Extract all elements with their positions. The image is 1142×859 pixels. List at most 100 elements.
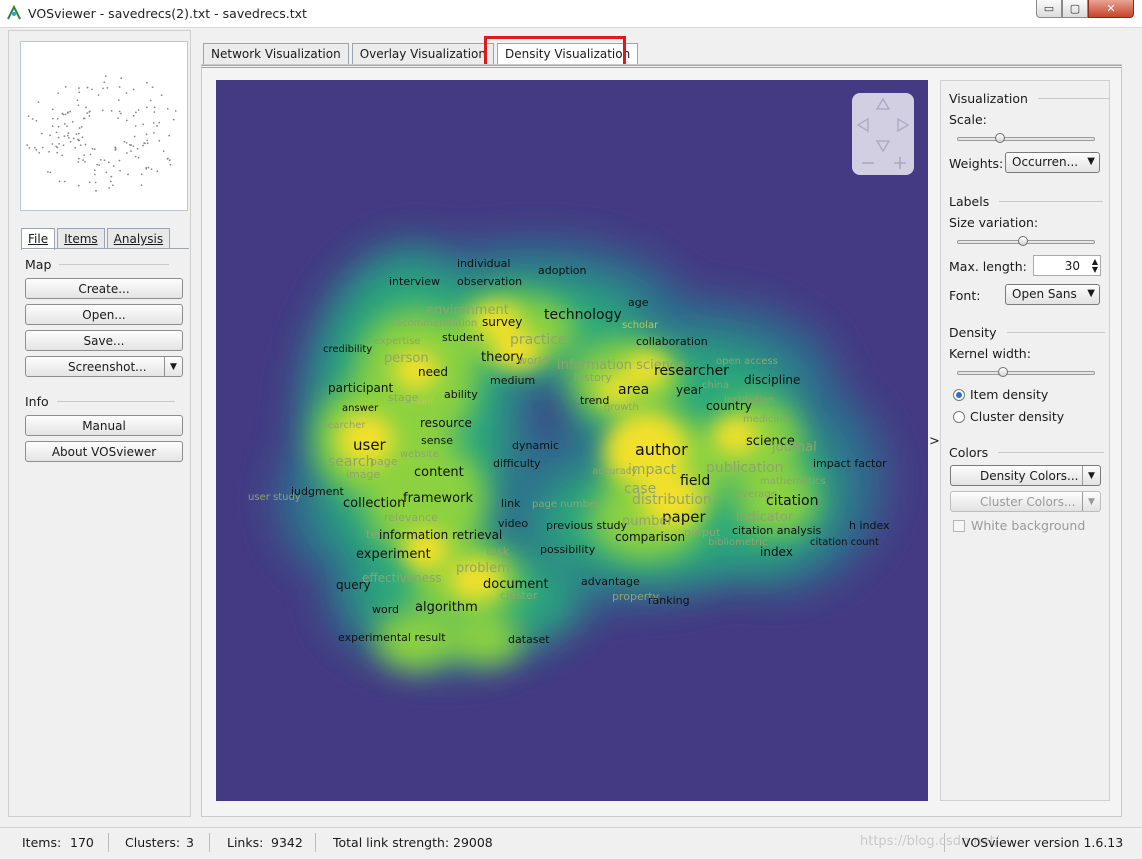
term-label[interactable]: observation: [457, 276, 522, 287]
white-background-checkbox[interactable]: White background: [953, 518, 1085, 533]
term-label[interactable]: website: [400, 450, 439, 460]
term-label[interactable]: answer: [342, 404, 378, 414]
term-label[interactable]: distribution: [632, 493, 712, 507]
term-label[interactable]: adoption: [538, 265, 587, 276]
term-label[interactable]: dynamic: [512, 440, 559, 451]
term-label[interactable]: content: [414, 466, 464, 479]
manual-button[interactable]: Manual: [25, 415, 183, 436]
density-colors-button[interactable]: Density Colors... ▼: [950, 465, 1101, 486]
term-label[interactable]: technology: [544, 308, 622, 322]
weights-select[interactable]: Occurren... ▼: [1005, 152, 1100, 173]
term-label[interactable]: index: [760, 546, 793, 558]
term-label[interactable]: survey: [482, 316, 522, 328]
term-label[interactable]: practice: [510, 333, 567, 347]
map-overview[interactable]: [20, 41, 188, 211]
size-variation-slider[interactable]: [957, 235, 1095, 249]
term-label[interactable]: effectiveness: [362, 572, 442, 584]
term-label[interactable]: page number: [532, 500, 599, 510]
term-label[interactable]: mathematics: [760, 477, 826, 487]
term-label[interactable]: difficulty: [493, 458, 541, 469]
term-label[interactable]: dataset: [508, 634, 550, 645]
term-label[interactable]: need: [418, 366, 448, 378]
term-label[interactable]: field: [680, 474, 710, 488]
cluster-colors-button[interactable]: Cluster Colors... ▼: [950, 491, 1101, 512]
term-label[interactable]: experiment: [356, 548, 431, 561]
term-label[interactable]: person: [384, 352, 429, 365]
tab-overlay-visualization[interactable]: Overlay Visualization: [351, 43, 494, 64]
term-label[interactable]: search: [328, 455, 375, 469]
screenshot-button[interactable]: Screenshot... ▼: [25, 356, 183, 377]
term-label[interactable]: video: [498, 518, 528, 529]
term-label[interactable]: impact factor: [813, 458, 887, 469]
term-label[interactable]: collection: [343, 497, 405, 510]
term-label[interactable]: searcher: [322, 421, 365, 431]
term-label[interactable]: experimental result: [338, 632, 446, 643]
term-label[interactable]: student: [442, 332, 484, 343]
term-label[interactable]: citation analysis: [732, 525, 821, 536]
term-label[interactable]: advantage: [581, 576, 640, 587]
term-label[interactable]: indicator: [736, 511, 793, 524]
term-label[interactable]: journal: [772, 441, 817, 454]
term-label[interactable]: relevance: [384, 512, 438, 523]
term-label[interactable]: algorithm: [415, 601, 478, 614]
term-label[interactable]: number: [622, 515, 673, 528]
spin-down-icon[interactable]: ▼: [1092, 266, 1098, 274]
save-button[interactable]: Save...: [25, 330, 183, 351]
term-label[interactable]: sense: [421, 435, 453, 446]
term-label[interactable]: history: [574, 372, 612, 383]
term-label[interactable]: author: [635, 442, 688, 458]
term-label[interactable]: cluster: [500, 590, 537, 601]
max-length-input[interactable]: 30 ▲ ▼: [1033, 255, 1101, 276]
term-label[interactable]: individual: [457, 258, 510, 269]
term-label[interactable]: medium: [490, 375, 535, 386]
density-map[interactable]: individual interview observation adoption ag…: [216, 80, 928, 801]
open-button[interactable]: Open...: [25, 304, 183, 325]
item-density-radio[interactable]: Item density: [953, 387, 1048, 402]
term-label[interactable]: ability: [444, 389, 478, 400]
term-label[interactable]: year: [676, 384, 703, 396]
scale-slider[interactable]: [957, 132, 1095, 146]
term-label[interactable]: theory: [481, 351, 523, 364]
term-label[interactable]: page: [370, 456, 397, 467]
term-label[interactable]: growth: [604, 403, 639, 413]
chevron-down-icon[interactable]: ▼: [1082, 492, 1100, 511]
chevron-down-icon[interactable]: ▼: [164, 357, 182, 376]
term-label[interactable]: image: [346, 469, 380, 480]
maximize-button[interactable]: ▢: [1062, 0, 1088, 18]
term-label[interactable]: resource: [420, 417, 472, 429]
term-label[interactable]: user: [353, 438, 386, 453]
term-label[interactable]: participant: [328, 382, 393, 394]
term-label[interactable]: accuracy: [592, 467, 637, 477]
term-label[interactable]: user study: [248, 493, 301, 503]
term-label[interactable]: link: [501, 498, 520, 509]
navigation-pad[interactable]: [852, 93, 914, 175]
term-label[interactable]: stage: [388, 392, 419, 403]
term-label[interactable]: discipline: [744, 374, 800, 386]
term-label[interactable]: word: [372, 604, 399, 615]
term-label[interactable]: query: [336, 579, 371, 591]
term-label[interactable]: problem: [456, 562, 510, 575]
term-label[interactable]: area: [618, 383, 649, 397]
term-label[interactable]: china: [702, 381, 729, 391]
term-label[interactable]: ranking: [648, 595, 690, 606]
term-label[interactable]: world: [518, 355, 548, 366]
tab-file[interactable]: File: [21, 228, 56, 250]
term-label[interactable]: bibliometric: [708, 538, 767, 548]
term-label[interactable]: self: [416, 398, 434, 408]
term-label[interactable]: information retrieval: [379, 529, 502, 541]
close-button[interactable]: ✕: [1088, 0, 1134, 18]
term-label[interactable]: collaboration: [636, 336, 708, 347]
term-label[interactable]: publication: [706, 461, 784, 475]
about-button[interactable]: About VOSviewer: [25, 441, 183, 462]
term-label[interactable]: h index: [849, 520, 890, 531]
cluster-density-radio[interactable]: Cluster density: [953, 409, 1064, 424]
kernel-width-slider[interactable]: [957, 366, 1095, 380]
term-label[interactable]: possibility: [540, 544, 595, 555]
term-label[interactable]: country: [706, 400, 752, 412]
tab-network-visualization[interactable]: Network Visualization: [203, 43, 349, 64]
term-label[interactable]: scholar: [622, 321, 658, 331]
term-label[interactable]: credibility: [323, 345, 372, 355]
font-select[interactable]: Open Sans ▼: [1005, 284, 1100, 305]
create-button[interactable]: Create...: [25, 278, 183, 299]
term-label[interactable]: age: [628, 297, 649, 308]
